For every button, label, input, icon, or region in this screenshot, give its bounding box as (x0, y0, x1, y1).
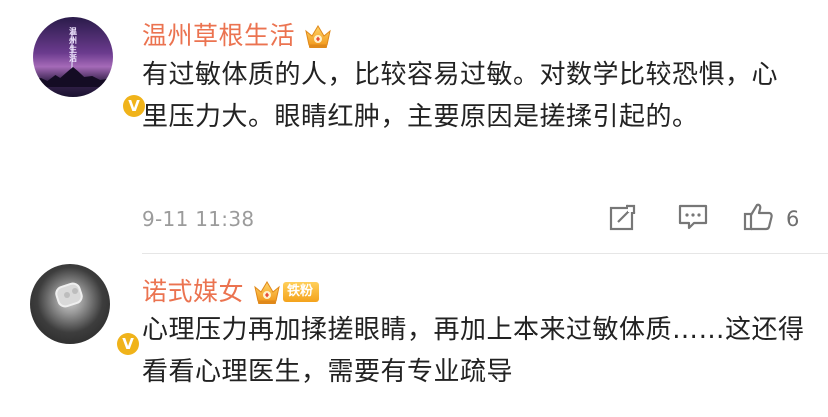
verified-icon-glyph: V (117, 333, 139, 355)
avatar-skyline-shape (33, 67, 113, 87)
avatar-dot-shape (64, 292, 70, 298)
comment-item: 温州生活 V 温州草根生活 有过敏体质的人，比较容易过敏。对数学比较恐惧，心里压… (0, 0, 828, 253)
repost-button[interactable] (608, 202, 638, 236)
avatar-container[interactable]: V (30, 264, 141, 357)
like-count: 6 (786, 207, 800, 231)
comment-footer: 9-11 11:38 6 (142, 202, 802, 236)
comment-text: 心理压力再加揉搓眼睛，再加上本来过敏体质……这还得看看心理医生，需要有专业疏导 (142, 315, 805, 387)
avatar-tag-text: 温州生活 (69, 27, 77, 63)
username-row: 诺式媒女 铁粉 (142, 274, 320, 310)
username[interactable]: 诺式媒女 (142, 274, 244, 310)
username-row: 温州草根生活 (142, 18, 333, 54)
comment-item: V 诺式媒女 铁粉 心理压力再加揉搓眼睛，再加上本来过敏体质……这还得看看心理医… (0, 253, 828, 417)
avatar-dot-shape (72, 288, 78, 294)
thumbs-up-icon (742, 201, 774, 237)
avatar-container[interactable]: 温州生活 V (33, 17, 147, 119)
reply-button[interactable] (677, 202, 709, 236)
timestamp: 9-11 11:38 (142, 207, 255, 231)
comment-icon (677, 202, 709, 236)
username[interactable]: 温州草根生活 (142, 18, 295, 54)
verified-icon: V (115, 331, 141, 357)
like-button[interactable]: 6 (742, 202, 799, 236)
crown-icon (303, 22, 333, 50)
avatar[interactable]: 温州生活 (33, 17, 113, 97)
avatar[interactable] (30, 264, 110, 344)
repost-icon (608, 202, 638, 236)
comment-text: 有过敏体质的人，比较容易过敏。对数学比较恐惧，心里压力大。眼睛红肿，主要原因是搓… (142, 60, 779, 132)
fan-badge: 铁粉 (283, 282, 320, 302)
crown-icon (252, 278, 282, 306)
